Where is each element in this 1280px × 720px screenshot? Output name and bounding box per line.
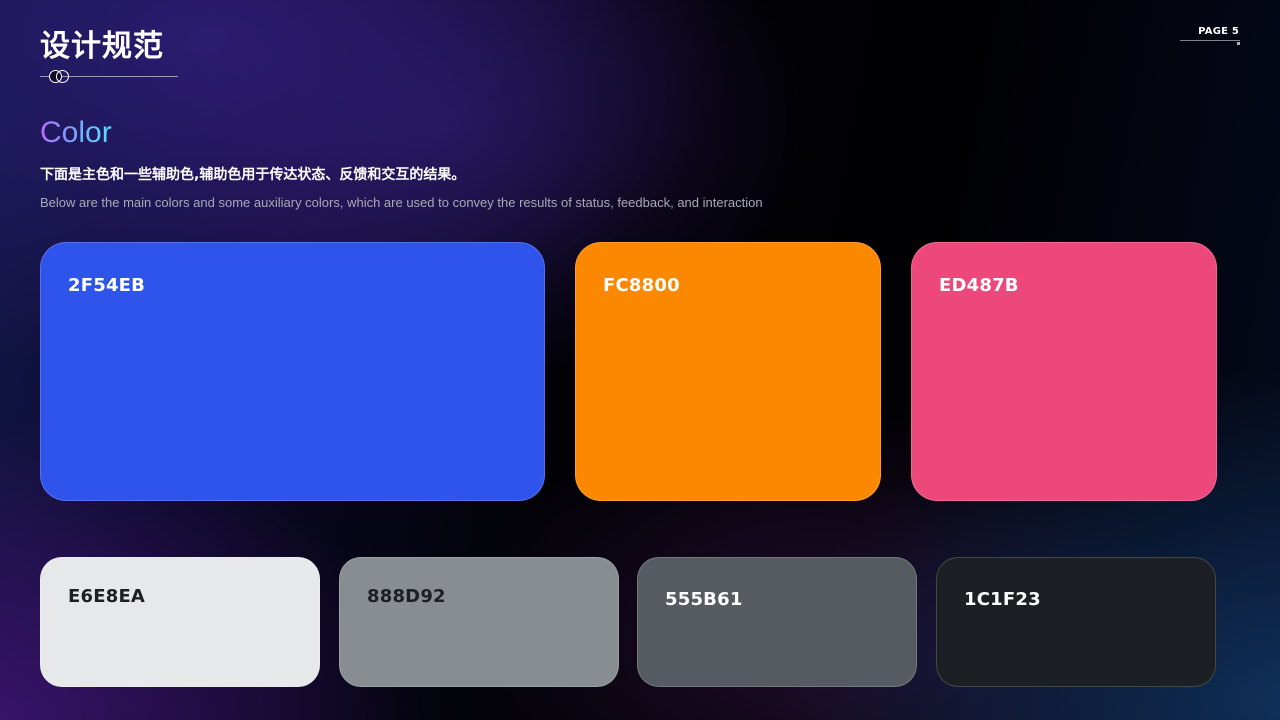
ring-right <box>56 70 69 83</box>
color-swatch-pink: ED487B <box>911 242 1217 501</box>
color-code: 2F54EB <box>68 275 146 296</box>
page-number-dot <box>1237 42 1240 45</box>
page-number: PAGE 5 <box>1198 26 1239 37</box>
color-swatch-light-grey: E6E8EA <box>40 557 320 687</box>
double-ring-icon <box>49 70 71 83</box>
color-swatch-near-black: 1C1F23 <box>936 557 1216 687</box>
section-title: Color <box>40 114 112 152</box>
color-code: 888D92 <box>367 586 446 607</box>
color-code: 555B61 <box>665 589 743 610</box>
description-chinese: 下面是主色和一些辅助色,辅助色用于传达状态、反馈和交互的结果。 <box>40 167 466 183</box>
color-swatch-dark-grey: 555B61 <box>637 557 917 687</box>
color-swatch-grey: 888D92 <box>339 557 619 687</box>
page-number-underline <box>1180 40 1240 41</box>
page-title: 设计规范 <box>40 29 164 64</box>
color-code: ED487B <box>939 275 1019 296</box>
color-code: E6E8EA <box>68 586 146 607</box>
color-swatch-primary-blue: 2F54EB <box>40 242 545 501</box>
color-code: FC8800 <box>603 275 680 296</box>
color-swatch-orange: FC8800 <box>575 242 881 501</box>
color-code: 1C1F23 <box>964 589 1041 610</box>
description-english: Below are the main colors and some auxil… <box>40 195 763 210</box>
